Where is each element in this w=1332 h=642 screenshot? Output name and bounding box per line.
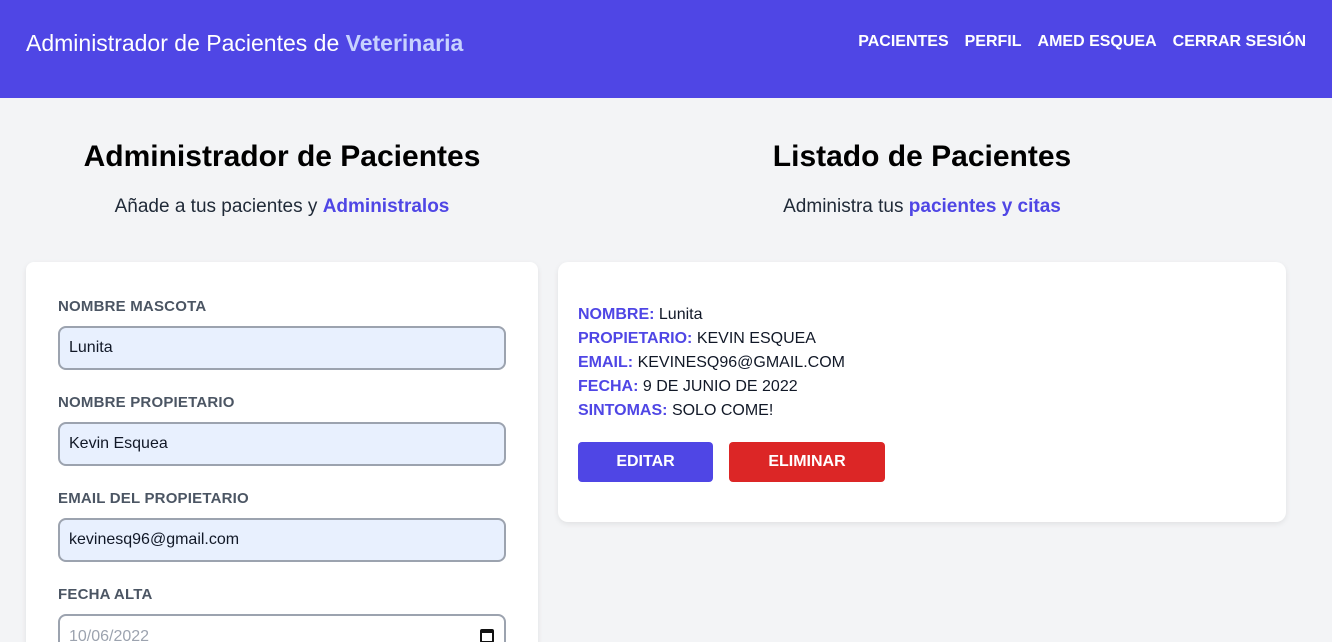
form-subtitle-text: Añade a tus pacientes y [114,196,323,217]
nav-link-logout[interactable]: CERRAR SESIÓN [1173,33,1306,51]
form-section-heading: Administrador de Pacientes Añade a tus p… [26,140,538,218]
delete-button[interactable]: ELIMINAR [729,442,885,482]
patient-date-value: 9 DE JUNIO DE 2022 [642,378,798,395]
list-subtitle-text: Administra tus [783,196,909,217]
list-section-subtitle: Administra tus pacientes y citas [558,196,1286,218]
form-section-title: Administrador de Pacientes [83,140,481,173]
app-title-prefix: Administrador de Pacientes de [26,30,346,56]
patient-name-row: NOMBRE: Lunita [578,306,702,324]
patient-symptoms-row: SINTOMAS: SOLO COME! [578,402,773,420]
patient-email-value: KEVINESQ96@GMAIL.COM [637,354,845,371]
calendar-icon[interactable] [480,629,494,642]
app-title-highlight: Veterinaria [345,30,464,56]
top-navbar: Administrador de Pacientes de Veterinari… [0,0,1332,98]
patient-owner-key: PROPIETARIO: [578,330,693,347]
owner-name-label: NOMBRE PROPIETARIO [58,394,235,411]
nav-link-perfil[interactable]: PERFIL [965,33,1022,51]
app-title: Administrador de Pacientes de Veterinari… [26,30,463,57]
form-section-subtitle: Añade a tus pacientes y Administralos [26,196,538,218]
owner-name-input[interactable] [58,422,506,466]
main-nav: PACIENTES PERFIL AMED ESQUEA CERRAR SESI… [858,33,1306,51]
patient-date-key: FECHA: [578,378,639,395]
pet-name-input[interactable] [58,326,506,370]
patient-date-row: FECHA: 9 DE JUNIO DE 2022 [578,378,798,396]
date-value: 10/06/2022 [69,628,150,642]
nav-link-pacientes[interactable]: PACIENTES [858,33,948,51]
patient-form: NOMBRE MASCOTA NOMBRE PROPIETARIO EMAIL … [26,262,538,642]
patient-name-key: NOMBRE: [578,306,655,323]
pet-name-label: NOMBRE MASCOTA [58,298,207,315]
edit-button[interactable]: EDITAR [578,442,713,482]
list-section-heading: Listado de Pacientes Administra tus paci… [558,140,1286,218]
patient-symptoms-value: SOLO COME! [671,402,774,419]
owner-email-input[interactable] [58,518,506,562]
form-subtitle-accent: Administralos [322,196,450,217]
owner-email-label: EMAIL DEL PROPIETARIO [58,490,249,507]
list-section-title: Listado de Pacientes [772,140,1072,173]
patient-owner-row: PROPIETARIO: KEVIN ESQUEA [578,330,816,348]
date-input[interactable]: 10/06/2022 [58,614,506,642]
patient-symptoms-key: SINTOMAS: [578,402,668,419]
date-label: FECHA ALTA [58,586,153,603]
nav-link-user[interactable]: AMED ESQUEA [1038,33,1157,51]
patient-email-key: EMAIL: [578,354,634,371]
patient-owner-value: KEVIN ESQUEA [696,330,816,347]
list-subtitle-accent: pacientes y citas [908,196,1061,217]
patient-name-value: Lunita [658,306,703,323]
patient-card: NOMBRE: Lunita PROPIETARIO: KEVIN ESQUEA… [558,262,1286,522]
patient-email-row: EMAIL: KEVINESQ96@GMAIL.COM [578,354,845,372]
